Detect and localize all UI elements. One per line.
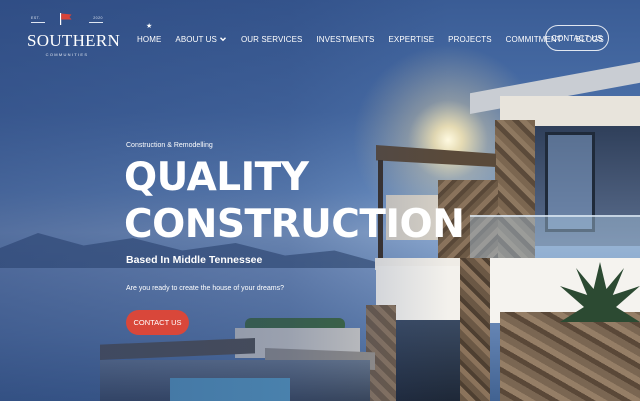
site-header: EST. 2020 SOUTHERN COMMUNITIES ★ HOME AB… — [0, 0, 640, 70]
brand-tagline: COMMUNITIES — [45, 52, 89, 57]
nav-item-expertise[interactable]: EXPERTISE — [388, 35, 434, 44]
hero-kicker: Construction & Remodelling — [126, 142, 213, 149]
nav-item-projects[interactable]: PROJECTS — [448, 35, 491, 44]
nav-item-label: OUR SERVICES — [240, 34, 303, 44]
hero-lead-text: Are you ready to create the house of you… — [126, 285, 284, 292]
nav-item-label: EXPERTISE — [388, 34, 435, 44]
hero-location: Based In Middle Tennessee — [126, 254, 263, 266]
nav-item-home[interactable]: ★ HOME — [137, 23, 162, 44]
logo-rule-right — [89, 22, 103, 23]
nav-item-label: HOME — [137, 34, 162, 44]
logo-est-label: EST. — [31, 16, 41, 20]
nav-item-label: INVESTMENTS — [316, 34, 375, 44]
hero-headline-line-1: QUALITY — [124, 155, 309, 200]
nav-item-label: PROJECTS — [448, 34, 492, 44]
hero-headline-line-2: CONSTRUCTION — [124, 202, 465, 247]
logo-est-year: 2020 — [93, 16, 103, 20]
hero-headline: QUALITY CONSTRUCTION — [124, 154, 465, 248]
nav-item-our-services[interactable]: OUR SERVICES — [241, 35, 303, 44]
nav-item-about-us[interactable]: ABOUT US — [175, 35, 227, 44]
flag-icon — [60, 13, 72, 25]
logo-rule-left — [31, 22, 45, 23]
brand-logo[interactable]: EST. 2020 SOUTHERN COMMUNITIES — [27, 12, 121, 62]
nav-item-investments[interactable]: INVESTMENTS — [316, 35, 374, 44]
star-icon: ★ — [146, 22, 153, 30]
chevron-down-icon — [219, 37, 226, 42]
brand-name: SOUTHERN — [27, 31, 121, 50]
nav-item-label: ABOUT US — [175, 34, 217, 44]
header-contact-button[interactable]: CONTACT US — [545, 25, 609, 51]
hero-contact-button[interactable]: CONTACT US — [126, 310, 189, 335]
